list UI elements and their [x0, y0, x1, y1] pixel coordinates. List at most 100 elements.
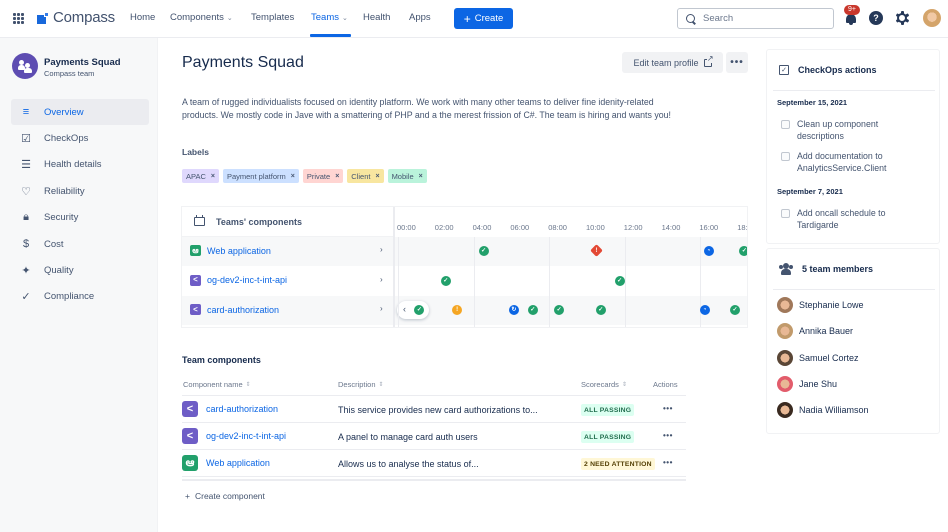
team-member[interactable]: Samuel Cortez — [777, 349, 859, 366]
timeline-component-link[interactable]: ఆ Web application — [190, 245, 271, 256]
timeline-tick-label: 08:00 — [548, 223, 567, 232]
status-pass-icon[interactable]: ✓ — [527, 305, 538, 315]
compass-logo[interactable]: Compass — [37, 9, 115, 26]
sidebar-item-overview[interactable]: ≡ Overview — [11, 99, 149, 125]
component-name: og-dev2-inc-t-int-api — [206, 431, 287, 441]
nav-item-home[interactable]: Home — [130, 12, 155, 23]
row-actions-button[interactable]: ••• — [663, 431, 673, 440]
team-description: A team of rugged individualists focused … — [182, 97, 671, 120]
user-avatar[interactable] — [923, 9, 941, 27]
chevron-right-icon[interactable]: › — [380, 245, 383, 254]
team-member[interactable]: Jane Shu — [777, 375, 838, 392]
checkbox[interactable] — [781, 152, 790, 161]
sidebar-item-quality[interactable]: ✦ Quality — [11, 257, 149, 283]
more-actions-button[interactable]: ••• — [726, 52, 748, 73]
nav-item-teams[interactable]: Teams ⌄ — [311, 12, 348, 23]
checkbox[interactable] — [781, 120, 790, 129]
status-error-icon[interactable]: ! — [590, 244, 603, 257]
app-switcher-icon[interactable] — [13, 13, 24, 24]
chevron-right-icon[interactable]: › — [380, 275, 383, 284]
component-link[interactable]: < og-dev2-inc-t-int-api — [182, 428, 286, 444]
remove-label-icon[interactable]: × — [291, 173, 295, 180]
labels-list: APAC × Payment platform × Private × Client × Mob… — [182, 169, 427, 183]
timeline-gridline — [473, 237, 475, 327]
status-pass-icon[interactable]: ✓ — [595, 305, 606, 315]
timeline-header: Teams' components — [182, 207, 394, 237]
checkops-action-text: Add documentation to AnalyticsService.Cl… — [797, 151, 887, 173]
remove-label-icon[interactable]: × — [211, 173, 215, 180]
plus-icon: + — [463, 11, 471, 26]
marker-glyph: ✓ — [617, 277, 623, 284]
web-app-icon: ఆ — [190, 245, 201, 256]
sidebar-item-compliance[interactable]: ✓ Compliance — [11, 284, 149, 310]
remove-label-icon[interactable]: × — [375, 173, 379, 180]
timeline-chart-area[interactable]: ‹ 00:00 02:00 04:00 06:00 08:00 10:00 12:00 14:0… — [394, 207, 747, 327]
remove-label-icon[interactable]: × — [335, 173, 339, 180]
marker-glyph: ! — [595, 247, 598, 254]
nav-item-apps[interactable]: Apps — [409, 12, 431, 23]
component-link[interactable]: ఆ Web application — [182, 455, 270, 471]
sidebar-item-security[interactable]: 🔒︎ Security — [11, 205, 149, 231]
search-input[interactable]: Search — [677, 8, 834, 29]
timeline-title: Teams' components — [216, 216, 302, 227]
status-pass-icon[interactable]: ✓ — [478, 246, 489, 256]
checkops-action-item[interactable]: Add oncall schedule to Tardigarde — [781, 207, 917, 231]
sidebar-item-cost[interactable]: $ Cost — [11, 231, 149, 257]
marker-glyph: ◔ — [702, 307, 707, 313]
marker-glyph: ✓ — [416, 307, 422, 313]
create-component-button[interactable]: + Create component — [185, 491, 265, 501]
status-warn-icon[interactable]: ! — [452, 305, 463, 315]
remove-label-icon[interactable]: × — [419, 173, 423, 180]
sidebar-item-label: Health details — [44, 159, 102, 171]
status-pass-icon[interactable]: ✓ — [440, 275, 451, 286]
nav-item-components[interactable]: Components ⌄ — [170, 12, 233, 23]
team-member[interactable]: Annika Bauer — [777, 323, 853, 340]
nav-item-health[interactable]: Health — [363, 12, 390, 23]
timeline-component-link[interactable]: < og-dev2-inc-t-int-api — [190, 274, 287, 286]
status-pass-icon[interactable]: ✓ — [554, 305, 565, 315]
marker-glyph: ✓ — [530, 307, 536, 313]
column-header-component-name[interactable]: Component name ⇕ — [183, 380, 251, 389]
column-header-description[interactable]: Description ⇕ — [338, 380, 384, 389]
nav-item-label: Components — [170, 12, 224, 23]
settings-gear-icon[interactable] — [895, 11, 909, 25]
checkops-title: CheckOps actions — [798, 65, 877, 75]
status-pass-icon[interactable]: ✓ — [729, 305, 740, 315]
create-button[interactable]: + Create — [454, 8, 513, 29]
table-row: < card-authorization This service provides… — [182, 396, 686, 423]
chevron-right-icon[interactable]: › — [380, 304, 383, 313]
timeline-component-link[interactable]: < card-authorization — [190, 304, 279, 315]
status-pending-icon[interactable]: ◔ — [703, 246, 714, 256]
nav-item-templates[interactable]: Templates — [251, 12, 294, 23]
status-pending-icon[interactable]: ◔ — [699, 305, 710, 315]
label-text: Private — [306, 171, 331, 181]
component-link[interactable]: < card-authorization — [182, 401, 278, 417]
edit-team-profile-button[interactable]: Edit team profile — [622, 52, 723, 73]
marker-glyph: ✓ — [556, 307, 562, 313]
help-icon[interactable]: ? — [869, 11, 883, 25]
column-header-scorecards[interactable]: Scorecards ⇕ — [581, 380, 627, 389]
team-member[interactable]: Stephanie Lowe — [777, 297, 864, 313]
scroll-left-button[interactable]: ‹ — [397, 301, 429, 319]
member-avatar — [777, 349, 793, 366]
status-sync-icon[interactable]: ↻ — [508, 305, 519, 315]
row-actions-button[interactable]: ••• — [663, 404, 673, 413]
scorecard-status-badge[interactable]: ALL PASSING — [581, 431, 635, 443]
checkops-action-item[interactable]: Add documentation to AnalyticsService.Cl… — [781, 150, 917, 174]
row-actions-button[interactable]: ••• — [663, 458, 673, 467]
status-pass-icon[interactable]: ✓ — [614, 275, 625, 286]
team-member[interactable]: Nadia Williamson — [777, 402, 869, 419]
sidebar-item-checkops[interactable]: ☑ CheckOps — [11, 125, 149, 151]
active-tab-indicator — [310, 34, 351, 37]
checkbox[interactable] — [781, 209, 790, 218]
status-pass-icon[interactable]: ✓ — [739, 246, 747, 256]
checkops-action-item[interactable]: Clean up component descriptions — [781, 118, 917, 142]
nav-item-label: Apps — [409, 12, 431, 23]
sidebar-item-reliability[interactable]: ♡ Reliability — [11, 178, 149, 204]
scorecard-status-badge[interactable]: 2 NEED ATTENTION — [581, 458, 655, 470]
member-name: Jane Shu — [799, 378, 838, 389]
sidebar-item-health-details[interactable]: ☰ Health details — [11, 152, 149, 178]
scorecard-status-badge[interactable]: ALL PASSING — [581, 404, 635, 416]
component-name: Web application — [206, 458, 270, 468]
marker-glyph: ↻ — [511, 307, 517, 313]
